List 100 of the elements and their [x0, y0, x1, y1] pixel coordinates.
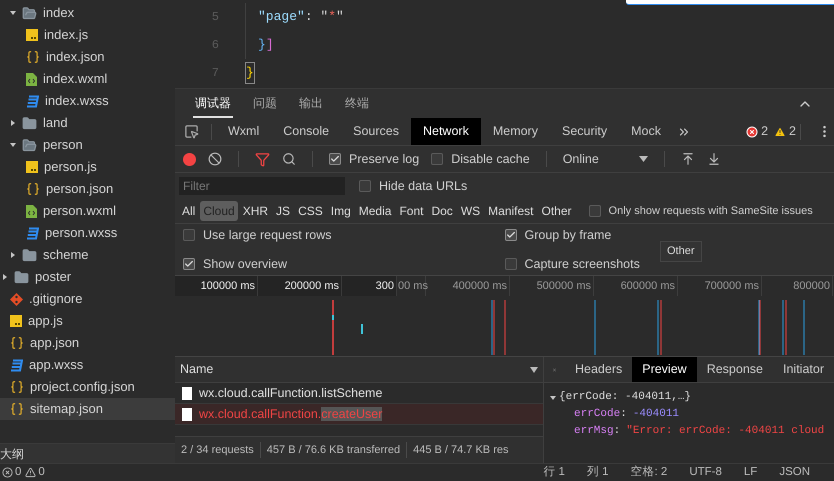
status-item[interactable]: JSON: [779, 464, 810, 481]
upload-icon[interactable]: [680, 152, 695, 166]
panel-tab[interactable]: 输出: [297, 89, 325, 118]
inspect-icon[interactable]: [184, 124, 199, 139]
timeline-tick: 700000 ms: [678, 276, 762, 296]
js-file-icon: [26, 29, 38, 41]
folder-row[interactable]: scheme: [0, 244, 175, 266]
css-file-icon: [26, 94, 39, 108]
timeline-tick: 100000 ms: [175, 276, 258, 296]
file-row[interactable]: app.wxss: [0, 354, 175, 376]
timeline-tick: 800000: [762, 276, 833, 296]
clear-icon[interactable]: [208, 152, 222, 166]
download-icon[interactable]: [706, 152, 721, 166]
request-row[interactable]: wx.cloud.callFunction.createUser: [175, 404, 543, 425]
details-tab[interactable]: Initiator: [773, 357, 834, 382]
type-filter-tab[interactable]: Doc: [428, 201, 456, 221]
dropdown-icon: [638, 156, 648, 162]
folder-row[interactable]: poster: [0, 266, 175, 288]
document-icon: [182, 408, 192, 420]
search-icon[interactable]: [282, 152, 296, 166]
request-name: wx.cloud.callFunction.createUser: [199, 406, 382, 423]
status-item[interactable]: 空格: 2: [630, 464, 668, 481]
throttling-select[interactable]: Online: [562, 150, 648, 168]
details-tab[interactable]: Response: [696, 357, 773, 382]
error-count: 0: [15, 464, 22, 480]
devtools-tab[interactable]: Security: [550, 118, 620, 145]
type-filter-tab[interactable]: Other: [538, 201, 575, 221]
checkbox[interactable]: [359, 180, 371, 192]
devtools-tab[interactable]: Console: [271, 118, 342, 145]
file-row[interactable]: person.wxss: [0, 222, 175, 244]
devtools-tab[interactable]: Network: [410, 118, 481, 145]
warning-icon[interactable]: [25, 467, 36, 478]
type-filter-tab[interactable]: CSS: [295, 201, 326, 221]
file-row[interactable]: app.json: [0, 332, 175, 354]
type-filter-tab[interactable]: Img: [328, 201, 354, 221]
warning-count: 0: [38, 464, 45, 480]
type-filter-tab[interactable]: Font: [396, 201, 426, 221]
status-item[interactable]: 行 1: [543, 464, 565, 481]
file-row[interactable]: sitemap.json: [0, 398, 175, 420]
file-row[interactable]: .gitignore: [0, 288, 175, 310]
summary-text: 457 B / 76.6 KB transferred: [260, 442, 406, 458]
file-row[interactable]: person.json: [0, 178, 175, 200]
file-row[interactable]: app.js: [0, 310, 175, 332]
caret-icon[interactable]: [10, 120, 16, 126]
column-header[interactable]: Name: [180, 360, 214, 379]
code-file-icon: [26, 72, 37, 86]
file-row[interactable]: index.wxss: [0, 90, 175, 112]
checkbox[interactable]: [183, 258, 195, 270]
folder-row[interactable]: land: [0, 112, 175, 134]
devtools-tab[interactable]: Wxml: [216, 118, 272, 145]
checkbox-label: Only show requests with SameSite issues: [608, 204, 813, 219]
folder-icon: [14, 270, 29, 284]
checkbox[interactable]: [504, 229, 516, 242]
caret-icon[interactable]: [10, 10, 16, 16]
braces-icon: [10, 402, 24, 416]
type-filter-tab[interactable]: Manifest: [485, 201, 537, 221]
details-tab[interactable]: Headers: [564, 357, 632, 382]
error-count: 2: [761, 123, 768, 140]
type-filter-tab[interactable]: Media: [356, 201, 394, 221]
outline-title[interactable]: 大纲: [0, 444, 24, 462]
caret-icon[interactable]: [10, 252, 16, 258]
panel-tab[interactable]: 终端: [343, 89, 371, 118]
checkbox[interactable]: [431, 153, 444, 165]
caret-icon[interactable]: [2, 274, 8, 280]
devtools-tab[interactable]: Memory: [480, 118, 550, 145]
panel-tab[interactable]: 问题: [251, 89, 279, 118]
filter-icon[interactable]: [255, 152, 270, 166]
file-row[interactable]: index.wxml: [0, 68, 175, 90]
folder-row[interactable]: index: [0, 2, 175, 24]
file-row[interactable]: person.wxml: [0, 200, 175, 222]
status-item[interactable]: LF: [744, 464, 758, 481]
checkbox[interactable]: [504, 258, 516, 270]
folder-row[interactable]: person: [0, 134, 175, 156]
file-row[interactable]: index.js: [0, 24, 175, 46]
file-row[interactable]: project.config.json: [0, 376, 175, 398]
status-item[interactable]: 列 1: [586, 464, 609, 481]
type-filter-tab[interactable]: All: [179, 201, 198, 221]
timeline-tick: 400000 ms: [426, 276, 510, 296]
devtools-tab[interactable]: Mock: [619, 118, 674, 145]
caret-icon[interactable]: [10, 142, 16, 148]
checkbox[interactable]: [329, 153, 341, 165]
tooltip: Other: [660, 241, 702, 262]
file-row[interactable]: index.json: [0, 46, 175, 68]
type-filter-tab[interactable]: WS: [458, 201, 484, 221]
checkbox[interactable]: [183, 229, 195, 242]
status-item[interactable]: UTF-8: [689, 464, 722, 481]
error-icon[interactable]: [2, 467, 13, 478]
sort-icon[interactable]: [530, 366, 538, 372]
timeline-tick: 200000 ms: [258, 276, 342, 296]
type-filter-tab[interactable]: JS: [273, 201, 294, 221]
filter-field[interactable]: Filter: [179, 177, 345, 195]
devtools-tab[interactable]: Sources: [341, 118, 411, 145]
caret-icon[interactable]: [550, 394, 556, 400]
file-row[interactable]: person.js: [0, 156, 175, 178]
type-filter-tab[interactable]: XHR: [240, 201, 272, 221]
record-button[interactable]: [183, 152, 196, 166]
checkbox[interactable]: [588, 205, 601, 217]
preview-summary[interactable]: {errCode: -404011,…}: [559, 389, 692, 406]
details-tab[interactable]: Preview: [632, 357, 697, 382]
warning-icon[interactable]: [774, 126, 786, 138]
